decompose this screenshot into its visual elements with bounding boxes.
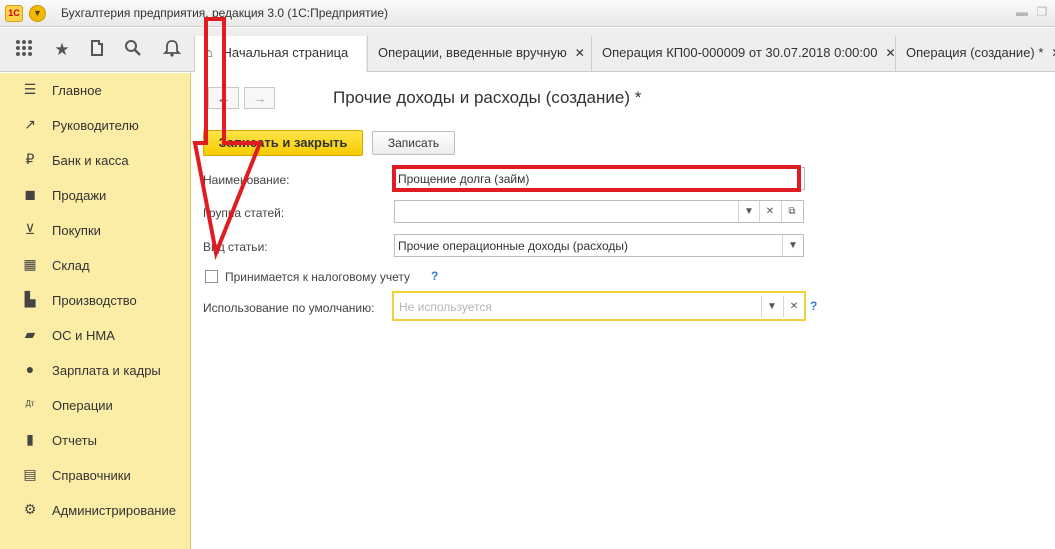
chevron-down-icon[interactable]: ▼ <box>782 235 803 256</box>
apps-grid-icon[interactable] <box>13 39 35 61</box>
sidebar-item-label: Банк и касса <box>52 153 129 168</box>
chevron-down-icon[interactable]: ▼ <box>761 296 782 317</box>
forward-button[interactable]: → <box>244 87 275 109</box>
bag-icon: ◼ <box>24 186 36 202</box>
sidebar-item-admin[interactable]: ⚙ Администрирование <box>0 495 191 525</box>
search-icon[interactable] <box>122 39 144 61</box>
bar-chart-icon: ▮ <box>26 431 34 447</box>
save-button[interactable]: Записать <box>372 131 455 155</box>
tab-label: Операция КП00-000009 от 30.07.2018 0:00:… <box>602 45 878 60</box>
tab-manual-operations[interactable]: Операции, введенные вручную ✕ <box>367 36 590 72</box>
home-icon: ⌂ <box>205 45 213 60</box>
sidebar-item-label: Покупки <box>52 223 101 238</box>
sidebar-item-label: Справочники <box>52 468 131 483</box>
sidebar-item-label: Отчеты <box>52 433 97 448</box>
sidebar-item-bank[interactable]: ₽ Банк и касса <box>0 145 191 175</box>
back-button[interactable]: ← <box>208 87 239 109</box>
clear-icon[interactable]: ✕ <box>759 201 780 222</box>
menu-icon: ☰ <box>23 81 37 97</box>
sidebar-item-production[interactable]: ▙ Производство <box>0 285 191 315</box>
save-icon[interactable]: ▬ <box>1014 4 1030 20</box>
form-area: ← → Прочие доходы и расходы (создание) *… <box>192 73 1055 549</box>
history-icon[interactable] <box>86 39 108 61</box>
sidebar-item-sales[interactable]: ◼ Продажи <box>0 180 191 210</box>
tab-operation-create[interactable]: Операция (создание) * ✕ <box>895 36 1055 72</box>
sidebar-item-label: Склад <box>52 258 90 273</box>
sidebar-item-operations[interactable]: Дт Операции <box>0 390 191 420</box>
factory-icon: ▙ <box>24 291 36 307</box>
tab-label: Операция (создание) * <box>906 45 1044 60</box>
type-value: Прочие операционные доходы (расходы) <box>398 239 629 253</box>
sidebar-item-directories[interactable]: ▤ Справочники <box>0 460 191 490</box>
close-icon[interactable]: ✕ <box>885 46 894 60</box>
page-title: Прочие доходы и расходы (создание) * <box>333 88 642 107</box>
tab-label: Начальная страница <box>222 45 349 60</box>
toolbar: ★ ⌂ Начальная страница Операции, введенн… <box>0 28 1055 72</box>
sidebar-item-label: Администрирование <box>52 503 176 518</box>
name-field[interactable]: Прощение долга (займ) <box>394 167 805 190</box>
star-icon[interactable]: ★ <box>51 39 73 61</box>
sidebar-item-label: Главное <box>52 83 102 98</box>
bell-icon[interactable] <box>161 39 183 61</box>
sidebar-item-label: Руководителю <box>52 118 139 133</box>
help-icon[interactable]: ? <box>810 299 817 313</box>
app-window: 1С ▼ Бухгалтерия предприятия, редакция 3… <box>0 0 1055 549</box>
gear-icon: ⚙ <box>23 501 37 517</box>
sidebar-item-reports[interactable]: ▮ Отчеты <box>0 425 191 455</box>
app-logo[interactable]: 1С <box>5 5 23 22</box>
sidebar-item-label: ОС и НМА <box>52 328 115 343</box>
truck-icon: ▰ <box>24 326 36 342</box>
sidebar: ☰ Главное ↗ Руководителю ₽ Банк и касса … <box>0 73 191 549</box>
open-icon[interactable]: ⧉ <box>781 201 802 222</box>
dt-kt-icon: Дт <box>25 399 35 408</box>
restore-icon[interactable]: ❐ <box>1034 4 1050 20</box>
default-usage-field[interactable]: Не используется ▼ ✕ <box>392 291 806 321</box>
app-title: Бухгалтерия предприятия, редакция 3.0 (1… <box>61 6 389 20</box>
sidebar-item-assets[interactable]: ▰ ОС и НМА <box>0 320 191 350</box>
name-value: Прощение долга (займ) <box>398 172 530 186</box>
ruble-icon: ₽ <box>25 151 35 167</box>
type-label: Вид статьи: <box>203 240 268 254</box>
group-label: Группа статей: <box>203 206 285 220</box>
sidebar-item-label: Зарплата и кадры <box>52 363 161 378</box>
sidebar-item-purchases[interactable]: ⊻ Покупки <box>0 215 191 245</box>
chevron-down-icon[interactable]: ▼ <box>738 201 759 222</box>
trend-icon: ↗ <box>24 116 36 132</box>
tab-home[interactable]: ⌂ Начальная страница <box>194 36 366 72</box>
help-icon[interactable]: ? <box>431 269 438 283</box>
group-field[interactable]: ▼ ✕ ⧉ <box>394 200 804 223</box>
sidebar-item-label: Операции <box>52 398 113 413</box>
tax-accounting-checkbox[interactable] <box>205 270 218 283</box>
close-icon[interactable]: ✕ <box>575 46 585 60</box>
sidebar-item-manager[interactable]: ↗ Руководителю <box>0 110 191 140</box>
save-and-close-button[interactable]: Записать и закрыть <box>203 130 363 156</box>
person-icon: ● <box>25 361 35 377</box>
sidebar-item-label: Продажи <box>52 188 107 203</box>
type-select[interactable]: Прочие операционные доходы (расходы) ▼ <box>394 234 804 257</box>
close-icon[interactable]: ✕ <box>1051 46 1055 60</box>
default-usage-placeholder: Не используется <box>399 300 492 314</box>
name-label: Наименование: <box>203 173 290 187</box>
tab-label: Операции, введенные вручную <box>378 45 567 60</box>
tax-accounting-label: Принимается к налоговому учету <box>225 270 410 284</box>
title-bar: 1С ▼ Бухгалтерия предприятия, редакция 3… <box>0 0 1055 27</box>
cart-icon: ⊻ <box>24 221 36 237</box>
tab-operation[interactable]: Операция КП00-000009 от 30.07.2018 0:00:… <box>591 36 894 72</box>
sidebar-item-label: Производство <box>52 293 137 308</box>
clear-icon[interactable]: ✕ <box>783 296 804 317</box>
main-menu-button[interactable]: ▼ <box>29 5 46 22</box>
sidebar-item-salary[interactable]: ● Зарплата и кадры <box>0 355 191 385</box>
sidebar-item-warehouse[interactable]: ▦ Склад <box>0 250 191 280</box>
sidebar-item-main[interactable]: ☰ Главное <box>0 75 191 105</box>
warehouse-icon: ▦ <box>23 256 37 272</box>
default-usage-label: Использование по умолчанию: <box>203 301 375 315</box>
book-icon: ▤ <box>23 466 37 482</box>
